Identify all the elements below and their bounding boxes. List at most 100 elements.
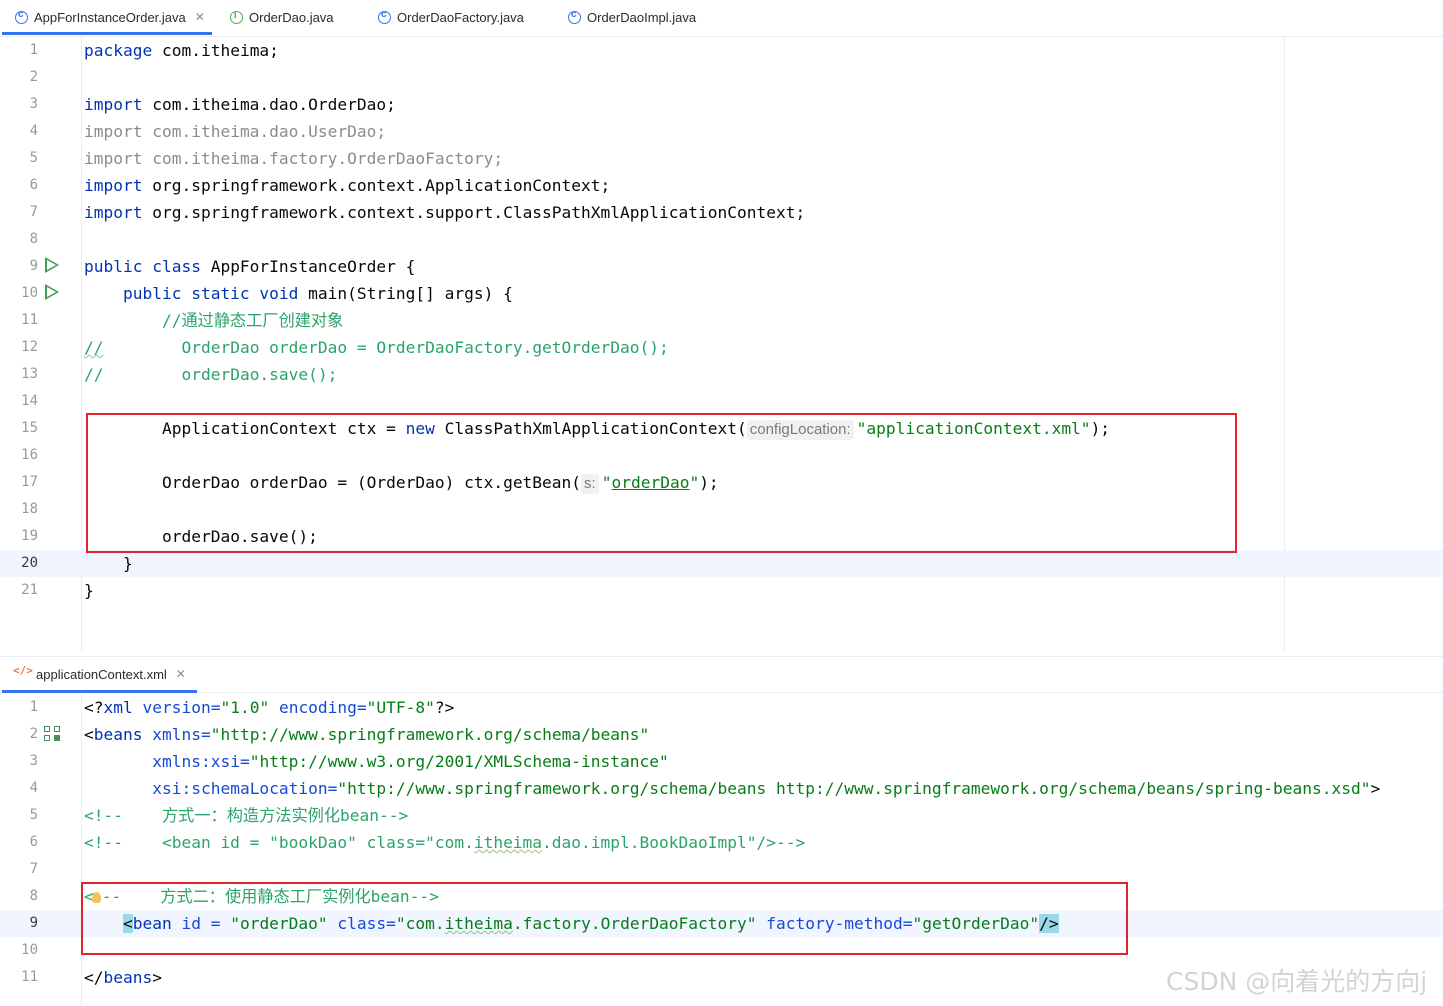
lightbulb-icon[interactable] [91,892,101,903]
line-number: 2 [29,69,38,85]
keyword: import [84,95,143,114]
line-number: 4 [29,123,38,139]
xml-value: "orderDao" [230,914,328,933]
line-number: 20 [21,555,38,571]
xml-value: .factory.OrderDaoFactory" [512,914,757,933]
code-line: 21 } [0,577,1443,604]
spring-bean-icon[interactable] [44,726,62,742]
xml-value: "http://www.springframework.org/schema/b… [210,725,650,744]
line-number: 8 [29,888,38,904]
line-number: 3 [29,753,38,769]
code-line: 7 [0,856,1443,883]
xml-value: "http://www.w3.org/2001/XMLSchema-instan… [249,752,669,771]
line-number: 9 [29,915,38,931]
xml-tag: beans [93,725,143,744]
xml-punct: > [1370,779,1381,798]
code-line: 12 // OrderDao orderDao = OrderDaoFactor… [0,334,1443,361]
line-number: 1 [29,699,38,715]
xml-value: "com. [395,914,445,933]
code-line: 10 [0,937,1443,964]
string-literal: "applicationContext.xml" [856,419,1091,438]
tab-app-for-instance-order[interactable]: AppForInstanceOrder.java ✕ [15,0,205,34]
xml-eq: = [239,752,250,771]
watermark: CSDN @向着光的方向j [1166,967,1428,996]
active-tab-indicator [2,690,197,693]
xml-editor[interactable]: 1 <?xml version="1.0" encoding="UTF-8"?>… [0,694,1443,1006]
tab-label: AppForInstanceOrder.java [34,9,186,25]
line-number: 14 [21,393,38,409]
xml-punct: > [152,968,162,987]
code-line: 6 import org.springframework.context.App… [0,172,1443,199]
line-number: 7 [29,861,38,877]
run-main-icon[interactable] [45,284,59,300]
code-line: 4 import com.itheima.dao.UserDao; [0,118,1443,145]
code-line: 17 OrderDao orderDao = (OrderDao) ctx.ge… [0,469,1443,496]
xml-tag: bean [132,914,172,933]
tab-label: applicationContext.xml [36,666,167,682]
tab-order-dao[interactable]: OrderDao.java [230,0,334,34]
code-text: org.springframework.context.ApplicationC… [142,176,611,195]
code-line: 6 <!-- <bean id = "bookDao" class="com.i… [0,829,1443,856]
tab-label: OrderDao.java [249,9,334,25]
class-icon [15,9,28,24]
code-line: 1 package com.itheima; [0,37,1443,64]
line-number: 10 [21,285,38,301]
code-line: 16 [0,442,1443,469]
tab-order-dao-impl[interactable]: OrderDaoImpl.java [568,0,696,34]
line-number: 2 [29,726,38,742]
tab-order-dao-factory[interactable]: OrderDaoFactory.java [378,0,524,34]
code-line: 19 orderDao.save(); [0,523,1443,550]
code-text: main(String[] args) { [298,284,513,303]
code-text: com.itheima.dao.UserDao; [142,122,387,141]
comment-prefix: // [84,365,104,384]
code-text: } [84,581,94,600]
parameter-hint: s: [581,474,599,494]
code-text: ApplicationContext ctx = [161,419,406,438]
xml-attr: xmlns [142,725,201,744]
xml-punct: /> [1039,914,1059,933]
xml-eq: = [210,698,221,717]
line-number: 19 [21,528,38,544]
code-text: com.itheima.dao.OrderDao; [142,95,396,114]
line-number: 13 [21,366,38,382]
code-text: AppForInstanceOrder { [200,257,416,276]
xml-punct: < [122,914,133,933]
line-number: 8 [29,231,38,247]
run-class-icon[interactable] [45,257,59,273]
code-line: 8 < -- 方式二：使用静态工厂实例化bean--> [0,883,1443,910]
code-line: 11 //通过静态工厂创建对象 [0,307,1443,334]
code-text: ); [1090,419,1111,438]
line-number: 3 [29,96,38,112]
keyword: import [84,176,143,195]
code-text: org.springframework.context.support.Clas… [142,203,806,222]
code-line: 3 xmlns:xsi="http://www.w3.org/2001/XMLS… [0,748,1443,775]
keyword: new [405,419,435,438]
code-line: 10 public static void main(String[] args… [0,280,1443,307]
xml-punct: ?> [434,698,455,717]
close-icon[interactable]: ✕ [195,10,205,24]
keyword: public static void [122,284,299,303]
editor-tab-bar: AppForInstanceOrder.java ✕ OrderDao.java… [0,0,1443,37]
code-text: ); [699,473,719,492]
interface-icon [230,10,243,24]
java-editor[interactable]: 1 package com.itheima; 2 3 import com.it… [0,37,1443,651]
xml-attr: class [327,914,387,933]
line-number: 21 [21,582,38,598]
xml-eq: = [327,779,338,798]
comment-prefix: // [84,338,104,357]
xml-value: itheima [444,914,513,933]
close-icon[interactable]: ✕ [176,667,186,681]
code-line: 1 <?xml version="1.0" encoding="UTF-8"?> [0,694,1443,721]
bean-reference-link[interactable]: orderDao [611,473,689,492]
class-icon [378,9,391,24]
xml-eq: = [200,725,211,744]
xml-attr: id = [171,914,231,933]
code-line: 7 import org.springframework.context.sup… [0,199,1443,226]
tab-application-context-xml[interactable]: applicationContext.xml ✕ [13,657,186,691]
xml-attr: encoding [269,698,357,717]
